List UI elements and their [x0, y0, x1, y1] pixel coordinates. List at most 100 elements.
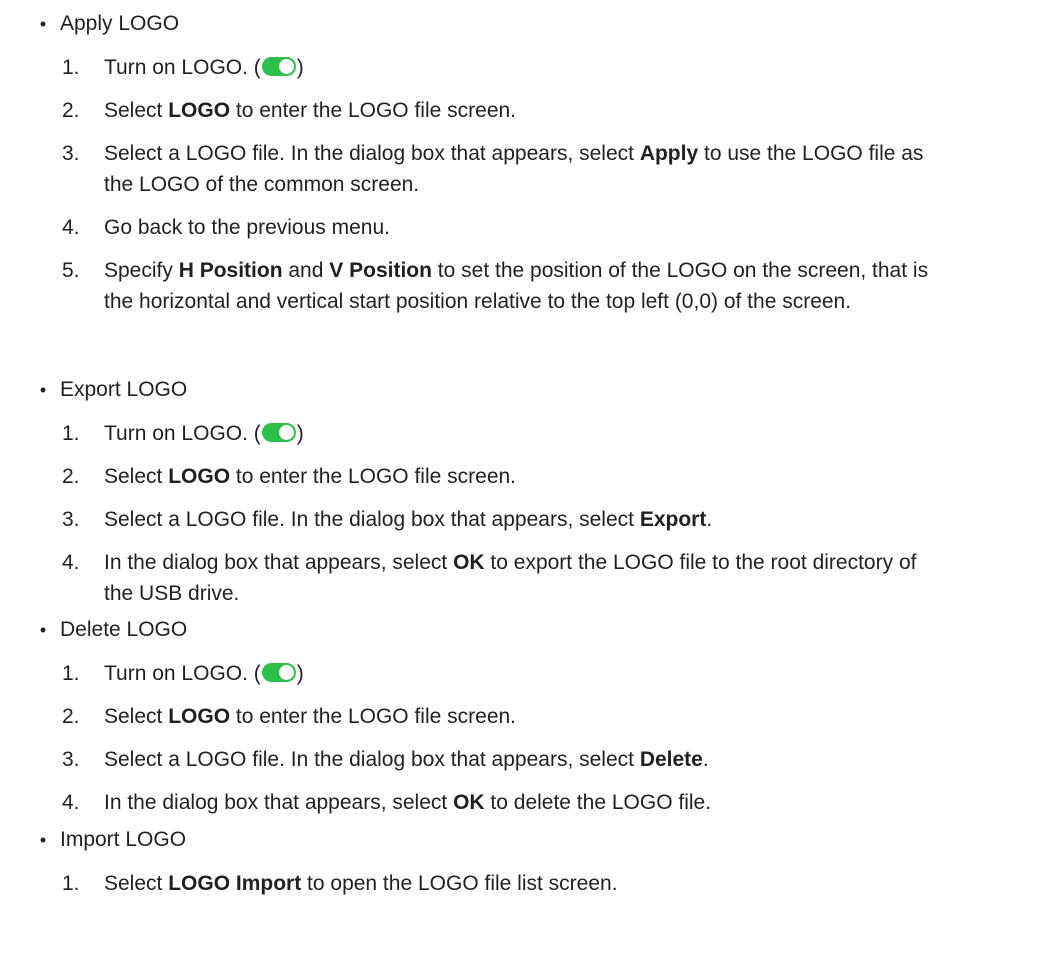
text-run: Turn on LOGO. ( [104, 56, 261, 79]
step-text: Specify H Position and V Position to set… [104, 259, 928, 313]
text-run: Select [104, 465, 169, 488]
step-text: Select LOGO to enter the LOGO file scree… [104, 99, 516, 122]
bullet-icon: • [39, 620, 47, 640]
bullet-icon: • [39, 14, 47, 34]
ui-term: H Position [178, 259, 283, 282]
step-number: 2. [62, 465, 80, 488]
toggle-on-icon [261, 57, 296, 76]
text-run: Specify [104, 259, 179, 282]
section-title: Apply LOGO [60, 12, 180, 35]
step-item: 1. Turn on LOGO. () [0, 652, 930, 695]
step-number: 4. [62, 791, 80, 814]
step-item: 3. Select a LOGO file. In the dialog box … [0, 498, 930, 541]
step-text: In the dialog box that appears, select O… [104, 791, 711, 814]
step-number: 4. [62, 551, 80, 574]
section-title: Delete LOGO [60, 618, 188, 641]
step-item: 4. In the dialog box that appears, select… [0, 541, 930, 615]
step-list: 1. Turn on LOGO. () 2. Select LOGO to enter… [0, 652, 1064, 824]
step-text: Select a LOGO file. In the dialog box th… [104, 748, 709, 771]
ui-term: OK [453, 791, 485, 814]
step-number: 2. [62, 99, 80, 122]
step-item: 2. Select LOGO to enter the LOGO file scr… [0, 89, 930, 132]
text-run: Select a LOGO file. In the dialog box th… [104, 142, 640, 165]
text-run: to enter the LOGO file screen. [230, 705, 517, 728]
step-item: 5. Specify H Position and V Position to s… [0, 249, 930, 323]
text-run: to open the LOGO file list screen. [301, 872, 618, 895]
text-run: Go back to the previous menu. [104, 216, 390, 239]
step-number: 2. [62, 705, 80, 728]
text-run: Select a LOGO file. In the dialog box th… [104, 748, 640, 771]
step-number: 1. [62, 422, 80, 445]
step-item: 2. Select LOGO to enter the LOGO file scr… [0, 455, 930, 498]
step-text: Select LOGO Import to open the LOGO file… [104, 872, 618, 895]
ui-term: Apply [639, 142, 699, 165]
bullet-item: • Export LOGO [0, 368, 1064, 412]
step-number: 1. [62, 872, 80, 895]
bullet-item: • Import LOGO [0, 818, 1064, 862]
step-item: 2. Select LOGO to enter the LOGO file scr… [0, 695, 930, 738]
toggle-on-icon [261, 663, 296, 682]
section-title: Import LOGO [60, 828, 187, 851]
text-run: ) [296, 56, 304, 79]
bullet-item: • Delete LOGO [0, 608, 1064, 652]
ui-term: Export [639, 508, 707, 531]
toggle-knob [278, 425, 294, 440]
step-text: Select a LOGO file. In the dialog box th… [104, 508, 712, 531]
text-run: . [706, 508, 713, 531]
toggle-on-icon [261, 423, 296, 442]
step-item: 3. Select a LOGO file. In the dialog box … [0, 132, 930, 206]
step-list: 1. Select LOGO Import to open the LOGO fi… [0, 862, 1064, 905]
step-item: 1. Select LOGO Import to open the LOGO fi… [0, 862, 930, 905]
text-run: In the dialog box that appears, select [104, 791, 454, 814]
text-run: to enter the LOGO file screen. [230, 465, 517, 488]
text-run: Select [104, 99, 169, 122]
text-run: to delete the LOGO file. [484, 791, 712, 814]
text-run: ) [296, 662, 304, 685]
ui-term: OK [453, 551, 485, 574]
step-text: Turn on LOGO. () [104, 56, 304, 79]
step-item: 1. Turn on LOGO. () [0, 46, 930, 89]
step-text: Select a LOGO file. In the dialog box th… [104, 142, 923, 196]
bullet-icon: • [39, 830, 47, 850]
step-number: 1. [62, 56, 80, 79]
procedure-section: • Import LOGO 1. Select LOGO Import to open… [0, 818, 1064, 905]
ui-term: LOGO [168, 465, 231, 488]
text-run: Turn on LOGO. ( [104, 422, 261, 445]
step-text: Turn on LOGO. () [104, 662, 304, 685]
step-number: 3. [62, 748, 80, 771]
section-title: Export LOGO [60, 378, 188, 401]
step-number: 3. [62, 142, 80, 165]
text-run: Turn on LOGO. ( [104, 662, 261, 685]
step-number: 3. [62, 508, 80, 531]
step-list: 1. Turn on LOGO. () 2. Select LOGO to enter… [0, 46, 1064, 323]
step-text: Select LOGO to enter the LOGO file scree… [104, 705, 516, 728]
step-text: Select LOGO to enter the LOGO file scree… [104, 465, 516, 488]
text-run: In the dialog box that appears, select [104, 551, 454, 574]
step-item: 1. Turn on LOGO. () [0, 412, 930, 455]
ui-term: LOGO Import [168, 872, 302, 895]
text-run: to enter the LOGO file screen. [230, 99, 517, 122]
bullet-icon: • [39, 380, 47, 400]
step-item: 4. Go back to the previous menu. [0, 206, 930, 249]
step-number: 1. [62, 662, 80, 685]
bullet-item: • Apply LOGO [0, 2, 1064, 46]
ui-term: LOGO [168, 705, 231, 728]
text-run: Select [104, 705, 169, 728]
toggle-knob [278, 665, 294, 680]
step-text: Go back to the previous menu. [104, 216, 390, 239]
text-run: . [702, 748, 709, 771]
step-list: 1. Turn on LOGO. () 2. Select LOGO to enter… [0, 412, 1064, 615]
text-run: Select a LOGO file. In the dialog box th… [104, 508, 640, 531]
text-run: and [282, 259, 330, 282]
ui-term: Delete [639, 748, 703, 771]
step-number: 5. [62, 259, 80, 282]
ui-term: LOGO [168, 99, 231, 122]
step-number: 4. [62, 216, 80, 239]
text-run: ) [296, 422, 304, 445]
procedure-section: • Delete LOGO 1. Turn on LOGO. () 2. Select L… [0, 608, 1064, 824]
text-run: Select [104, 872, 169, 895]
step-text: In the dialog box that appears, select O… [104, 551, 916, 605]
ui-term: V Position [329, 259, 432, 282]
procedure-section: • Apply LOGO 1. Turn on LOGO. () 2. Select LO… [0, 2, 1064, 323]
toggle-knob [278, 59, 294, 74]
